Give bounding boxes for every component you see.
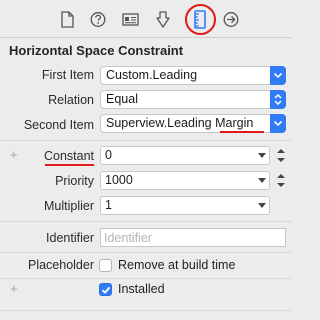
first-item-value: Custom.Leading <box>106 68 198 82</box>
multiplier-combo[interactable]: 1 <box>100 196 270 215</box>
help-icon[interactable] <box>90 11 106 28</box>
constant-label: Constant <box>43 149 94 163</box>
dropdown-arrow-icon <box>258 203 266 208</box>
multiplier-value: 1 <box>105 198 112 212</box>
checkmark-icon <box>101 286 111 294</box>
file-icon[interactable] <box>59 11 75 28</box>
selected-tab-highlight <box>185 4 216 35</box>
second-item-label: Second Item <box>23 118 94 132</box>
remove-at-build-time-label: Remove at build time <box>118 258 236 272</box>
constant-value: 0 <box>105 148 112 162</box>
identifier-input[interactable] <box>104 230 282 246</box>
divider <box>0 310 292 311</box>
identifier-label: Identifier <box>46 231 94 245</box>
identity-icon[interactable] <box>122 11 139 28</box>
identifier-field[interactable] <box>100 228 286 247</box>
first-item-popup[interactable]: Custom.Leading <box>100 66 286 85</box>
installed-label: Installed <box>118 282 165 296</box>
up-down-chevron-icon <box>270 90 286 109</box>
priority-value: 1000 <box>105 173 133 187</box>
constant-annotation-underline <box>45 164 94 166</box>
installed-checkbox[interactable] <box>99 283 112 296</box>
second-item-value: Superview.Leading Margin <box>106 116 254 130</box>
priority-combo[interactable]: 1000 <box>100 171 270 190</box>
relation-label: Relation <box>48 93 94 107</box>
inspector-toolbar <box>0 0 292 38</box>
dropdown-arrow-icon <box>258 153 266 158</box>
divider <box>0 221 292 222</box>
chevron-down-icon <box>270 114 286 133</box>
relation-value: Equal <box>106 92 138 106</box>
placeholder-label: Placeholder <box>27 258 94 272</box>
margin-annotation-underline <box>220 131 264 133</box>
priority-stepper[interactable] <box>276 172 286 189</box>
divider <box>0 252 292 253</box>
section-title: Horizontal Space Constraint <box>9 43 184 58</box>
constant-stepper[interactable] <box>276 147 286 164</box>
first-item-label: First Item <box>41 68 94 82</box>
plus-icon[interactable]: + <box>10 281 18 296</box>
attributes-icon[interactable] <box>155 11 171 28</box>
priority-label: Priority <box>55 174 94 188</box>
remove-at-build-time-checkbox[interactable] <box>99 259 112 272</box>
multiplier-label: Multiplier <box>43 199 94 213</box>
divider <box>0 140 292 141</box>
connections-icon[interactable] <box>223 11 239 28</box>
chevron-down-icon <box>270 66 286 85</box>
relation-popup[interactable]: Equal <box>100 90 286 109</box>
constant-combo[interactable]: 0 <box>100 146 270 165</box>
divider <box>0 278 292 279</box>
dropdown-arrow-icon <box>258 178 266 183</box>
